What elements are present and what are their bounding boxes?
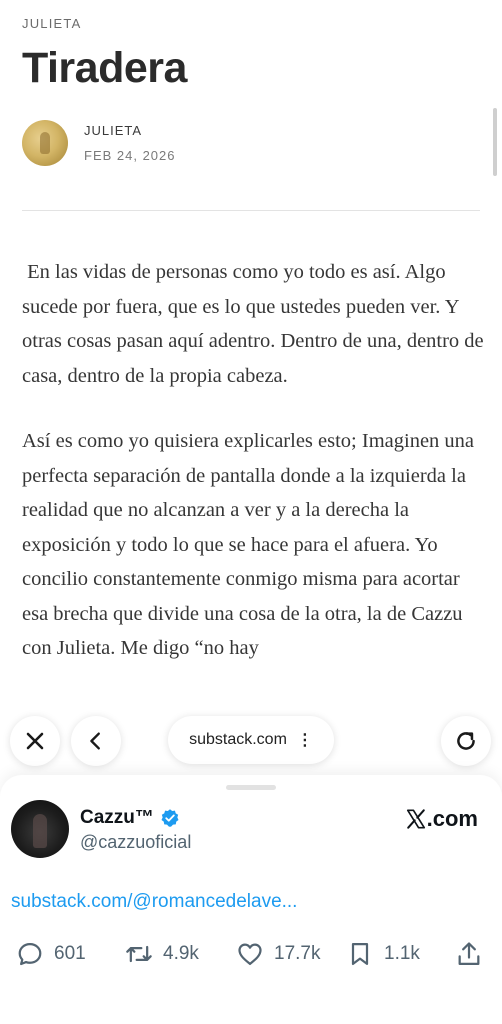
tweet-link[interactable]: substack.com/@romancedelave...: [11, 891, 297, 913]
close-button[interactable]: [10, 716, 60, 766]
sheet-handle[interactable]: [226, 785, 276, 790]
article-body: En las vidas de personas como yo todo es…: [22, 255, 490, 697]
browser-nav-bar: substack.com ⋮: [0, 705, 502, 775]
display-name-text: Cazzu™: [80, 807, 154, 828]
reply-button[interactable]: 601: [16, 937, 86, 971]
site-text: .com: [426, 806, 478, 831]
post-date: FEB 24, 2026: [84, 148, 176, 163]
publication-name[interactable]: JULIETA: [22, 16, 81, 31]
close-icon: [26, 732, 44, 750]
x-com-link[interactable]: .com: [405, 806, 478, 832]
share-button[interactable]: [455, 937, 493, 971]
article-title: Tiradera: [22, 44, 187, 92]
heart-icon: [238, 943, 262, 966]
paragraph: Así es como yo quisiera explicarles esto…: [22, 430, 480, 659]
url-text: substack.com: [189, 731, 287, 748]
bookmark-icon: [351, 942, 369, 966]
author-name[interactable]: JULIETA: [84, 123, 142, 138]
reload-icon: [457, 732, 475, 750]
tweet-sheet: Cazzu™ @cazzuoficial .com substack.com/@…: [0, 775, 502, 1024]
retweet-icon: [126, 945, 152, 963]
paragraph: En las vidas de personas como yo todo es…: [22, 261, 489, 387]
tweet-actions: 601 4.9k 17.7k 1.1k: [0, 937, 502, 971]
chevron-left-icon: [90, 732, 100, 750]
verified-badge-icon: [161, 809, 179, 827]
article-view: JULIETA Tiradera JULIETA FEB 24, 2026 En…: [0, 0, 502, 775]
x-logo-icon: [406, 809, 425, 829]
user-handle[interactable]: @cazzuoficial: [80, 832, 191, 853]
url-bar[interactable]: substack.com ⋮: [168, 716, 334, 764]
reply-count: 601: [54, 943, 86, 964]
like-button[interactable]: 17.7k: [236, 937, 320, 971]
more-vertical-icon[interactable]: ⋮: [297, 730, 313, 750]
share-icon: [458, 942, 480, 966]
scrollbar[interactable]: [493, 108, 497, 176]
author-avatar[interactable]: [22, 120, 68, 166]
header-divider: [22, 210, 480, 211]
bookmark-count: 1.1k: [384, 943, 420, 964]
avatar[interactable]: [11, 800, 69, 858]
retweet-count: 4.9k: [163, 943, 199, 964]
reply-icon: [18, 942, 42, 966]
back-button[interactable]: [71, 716, 121, 766]
reload-button[interactable]: [441, 716, 491, 766]
like-count: 17.7k: [274, 943, 321, 964]
retweet-button[interactable]: 4.9k: [125, 937, 199, 971]
bookmark-button[interactable]: 1.1k: [346, 937, 420, 971]
display-name[interactable]: Cazzu™: [80, 807, 180, 829]
